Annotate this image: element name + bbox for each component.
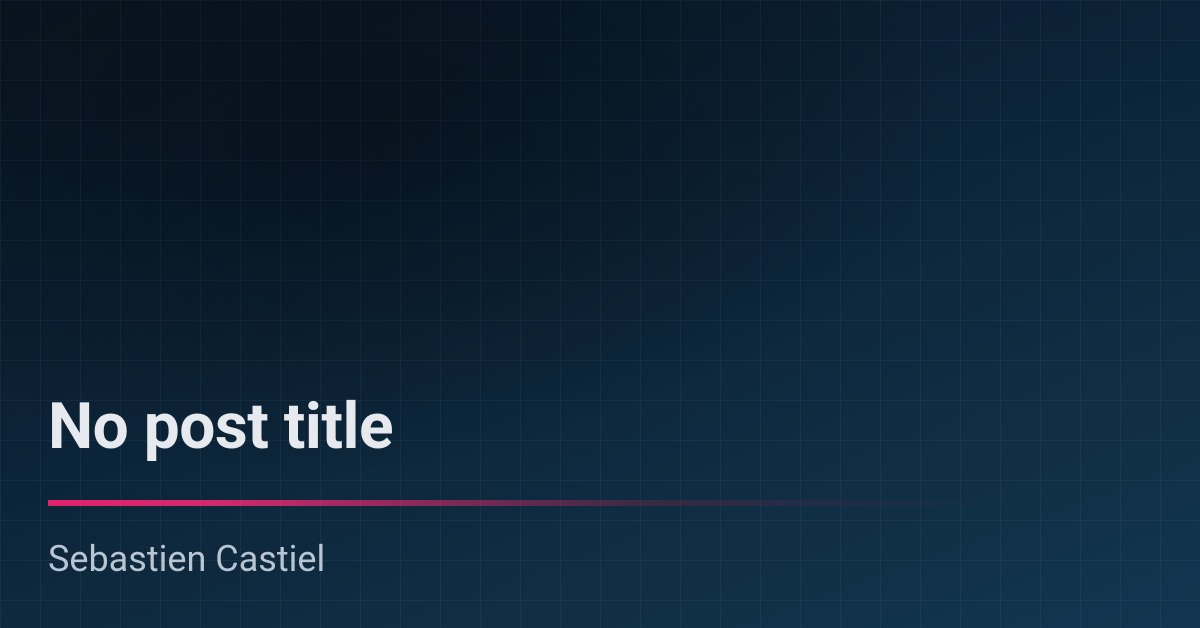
social-card: No post title Sebastien Castiel — [0, 0, 1200, 628]
post-author: Sebastien Castiel — [48, 538, 1152, 580]
post-title: No post title — [48, 389, 1152, 464]
card-content: No post title Sebastien Castiel — [48, 389, 1152, 580]
accent-divider — [48, 500, 1152, 506]
